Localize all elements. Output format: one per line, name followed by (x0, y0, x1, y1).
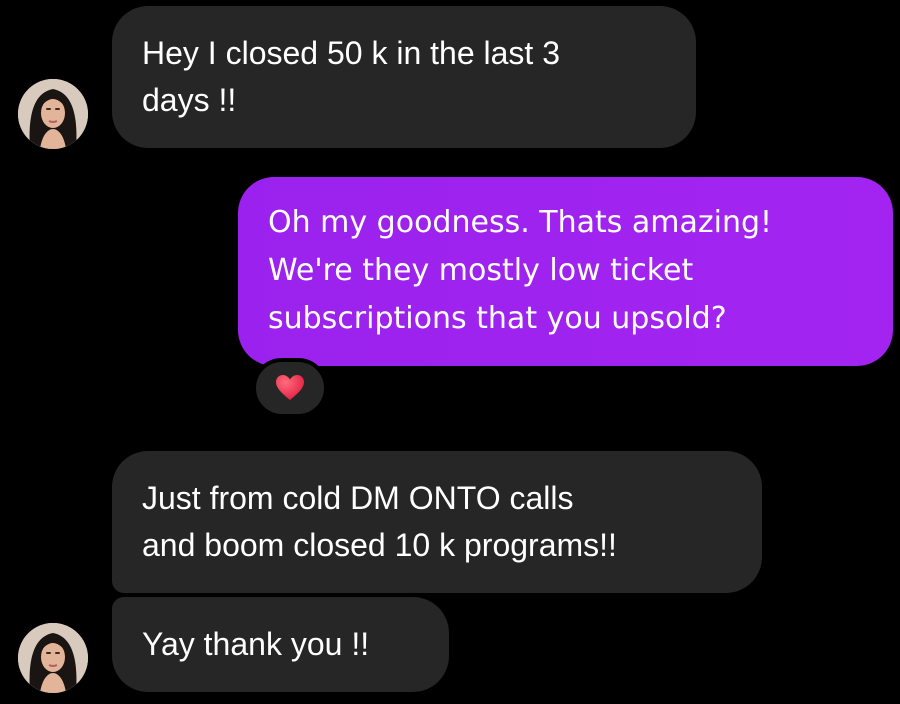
contact-avatar[interactable] (18, 79, 88, 149)
incoming-message-bubble[interactable]: Just from cold DM ONTO calls and boom cl… (112, 451, 762, 593)
heart-emoji-icon (276, 375, 304, 400)
incoming-message-bubble[interactable]: Yay thank you !! (112, 597, 449, 692)
incoming-message-bubble[interactable]: Hey I closed 50 k in the last 3 days !! (112, 6, 696, 148)
message-reaction[interactable] (252, 358, 328, 418)
contact-avatar[interactable] (18, 623, 88, 693)
outgoing-message-bubble[interactable]: Oh my goodness. Thats amazing! We're the… (238, 177, 893, 366)
profile-photo-icon (18, 79, 88, 149)
profile-photo-icon (18, 623, 88, 693)
